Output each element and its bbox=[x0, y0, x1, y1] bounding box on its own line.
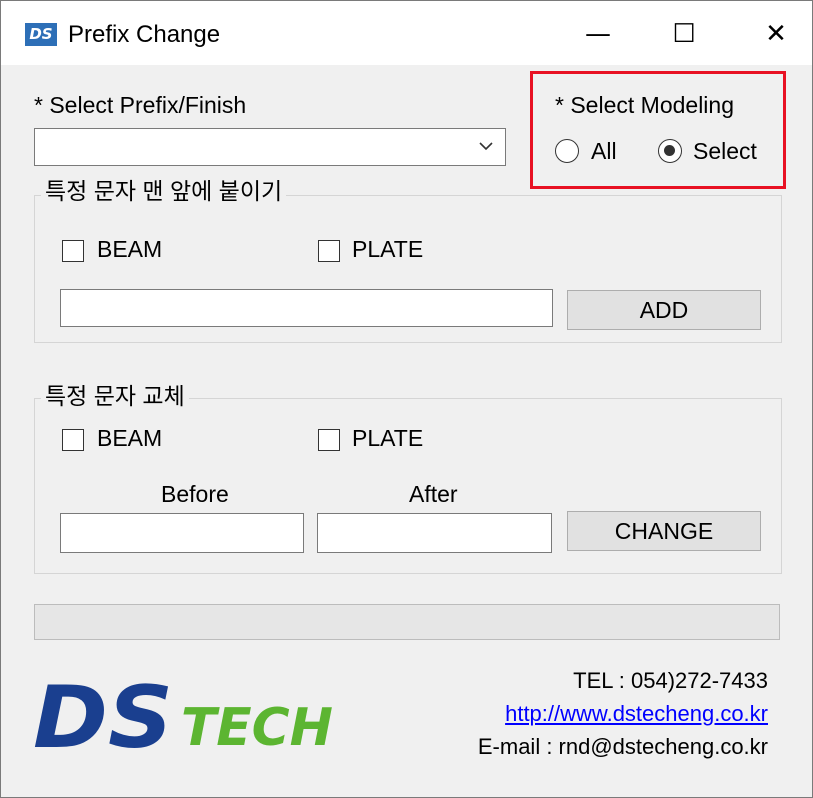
app-icon: DS bbox=[25, 23, 57, 46]
add-beam-label: BEAM bbox=[97, 236, 163, 262]
select-modeling-label: * Select Modeling bbox=[555, 92, 734, 118]
before-label: Before bbox=[161, 481, 229, 507]
prefix-change-window: DS Prefix Change — ☐ ✕ * Select Prefix/F… bbox=[0, 0, 813, 798]
title-bar[interactable]: DS Prefix Change — ☐ ✕ bbox=[1, 1, 812, 65]
add-beam-checkbox[interactable] bbox=[62, 240, 84, 262]
add-text-input[interactable] bbox=[60, 289, 553, 327]
prefix-finish-combobox[interactable] bbox=[34, 128, 506, 166]
dstech-logo: DS TECH bbox=[33, 668, 333, 761]
radio-select-label: Select bbox=[693, 138, 757, 164]
progress-bar bbox=[34, 604, 780, 640]
radio-all-label: All bbox=[591, 138, 617, 164]
after-input[interactable] bbox=[317, 513, 552, 553]
email-text: E-mail : rnd@dstecheng.co.kr bbox=[477, 734, 768, 759]
radio-all[interactable] bbox=[555, 139, 579, 163]
add-plate-label: PLATE bbox=[352, 236, 424, 262]
change-text-group-legend: 특정 문자 교체 bbox=[41, 382, 189, 410]
tel-text: TEL : 054)272-7433 bbox=[573, 668, 768, 693]
maximize-button[interactable]: ☐ bbox=[661, 11, 707, 57]
logo-ds-text: DS bbox=[33, 668, 173, 761]
after-label: After bbox=[409, 481, 458, 507]
modeling-highlight-box bbox=[530, 71, 786, 189]
before-input[interactable] bbox=[60, 513, 304, 553]
website-link[interactable]: http://www.dstecheng.co.kr bbox=[505, 701, 768, 727]
radio-select[interactable] bbox=[658, 139, 682, 163]
close-button[interactable]: ✕ bbox=[753, 11, 799, 57]
change-beam-checkbox[interactable] bbox=[62, 429, 84, 451]
logo-tech-text: TECH bbox=[181, 698, 333, 758]
add-plate-checkbox[interactable] bbox=[318, 240, 340, 262]
add-prefix-group-legend: 특정 문자 맨 앞에 붙이기 bbox=[41, 177, 287, 205]
change-plate-label: PLATE bbox=[352, 425, 424, 451]
add-button[interactable]: ADD bbox=[567, 290, 761, 330]
select-prefix-label: * Select Prefix/Finish bbox=[34, 92, 247, 118]
window-title: Prefix Change bbox=[68, 21, 221, 48]
radio-selected-dot bbox=[664, 145, 675, 156]
change-plate-checkbox[interactable] bbox=[318, 429, 340, 451]
chevron-down-icon bbox=[479, 142, 493, 151]
change-button[interactable]: CHANGE bbox=[567, 511, 761, 551]
change-beam-label: BEAM bbox=[97, 425, 163, 451]
minimize-button[interactable]: — bbox=[575, 11, 621, 57]
